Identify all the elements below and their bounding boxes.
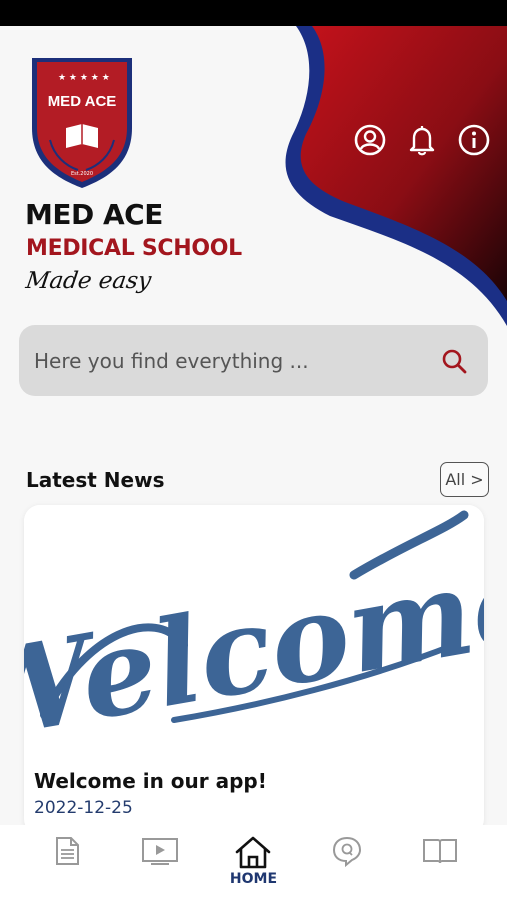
- home-icon: [236, 836, 271, 869]
- latest-news-title: Latest News: [26, 468, 165, 492]
- video-icon: [142, 838, 179, 865]
- news-item-title: Welcome in our app!: [34, 769, 267, 793]
- nav-documents[interactable]: [32, 835, 102, 867]
- info-icon[interactable]: [456, 122, 492, 158]
- nav-home[interactable]: HOME: [218, 835, 288, 887]
- logo-text: MED ACE: [48, 93, 117, 110]
- brand-subtitle: MEDICAL SCHOOL: [26, 236, 242, 261]
- nav-videos[interactable]: [125, 835, 195, 867]
- news-item-date: 2022-12-25: [34, 798, 133, 818]
- quiz-icon: [332, 836, 361, 867]
- status-bar: [0, 0, 507, 26]
- nav-library[interactable]: [405, 835, 475, 867]
- document-icon: [55, 837, 79, 865]
- nav-home-label: HOME: [229, 871, 278, 887]
- search-input[interactable]: [34, 348, 436, 373]
- logo-est: Est.2020: [71, 171, 93, 177]
- svg-text:★ ★ ★ ★ ★: ★ ★ ★ ★ ★: [58, 73, 110, 83]
- news-card[interactable]: Welcome Welcome in our app! 2022-12-25: [24, 505, 484, 835]
- brand-tagline: Made easy: [24, 268, 153, 294]
- account-icon[interactable]: [352, 122, 388, 158]
- search-icon[interactable]: [436, 343, 472, 379]
- nav-quiz[interactable]: [312, 835, 382, 867]
- school-logo: ★ ★ ★ ★ ★ MED ACE Est.2020: [32, 58, 132, 188]
- brand-name: MED ACE: [25, 198, 163, 231]
- book-icon: [423, 839, 458, 864]
- all-news-button[interactable]: All >: [440, 462, 489, 497]
- header-icons: [352, 122, 492, 158]
- search-bar: [19, 325, 488, 396]
- bottom-nav: HOME: [0, 825, 507, 900]
- bell-icon[interactable]: [404, 122, 440, 158]
- news-image: Welcome: [24, 505, 484, 760]
